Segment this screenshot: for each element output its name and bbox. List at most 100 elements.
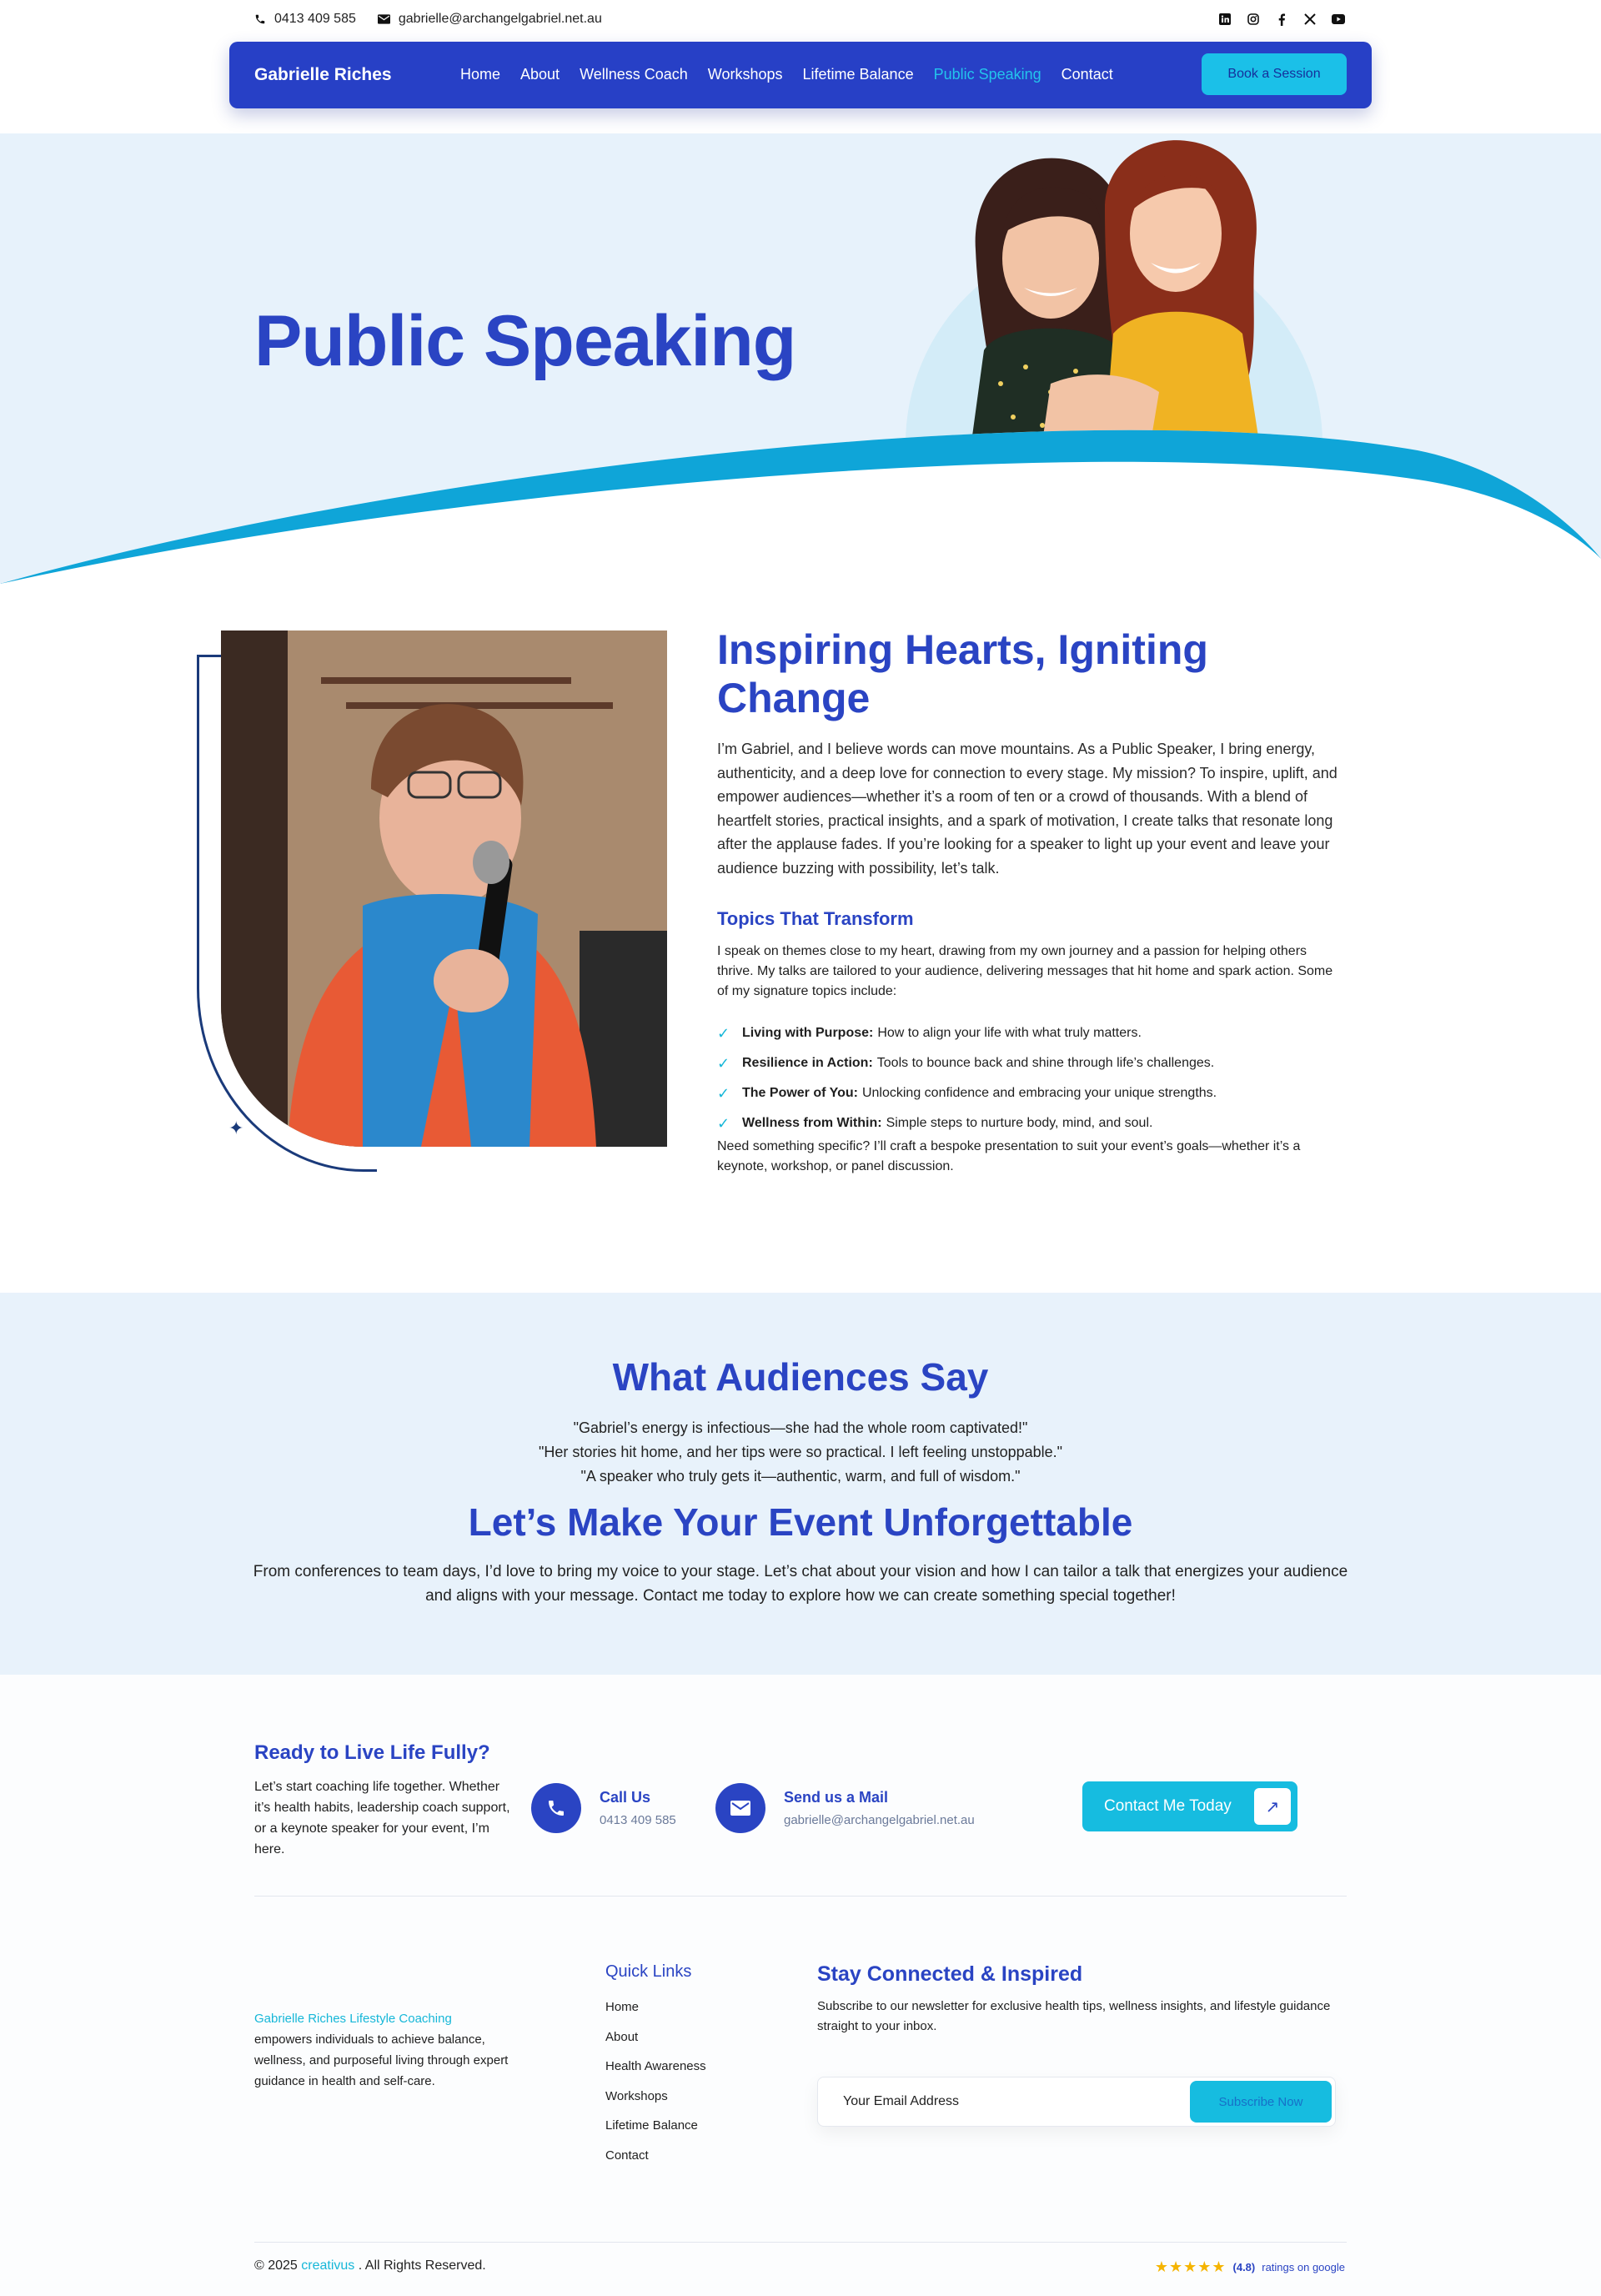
star-icon: ✦ — [228, 1118, 244, 1138]
topic-title: Resilience in Action: — [742, 1056, 873, 1070]
ready-block: Ready to Live Life Fully? Let’s start co… — [254, 1741, 513, 1860]
copyright: © 2025 creativus . All Rights Reserved. — [254, 2258, 486, 2273]
nav-item-contact[interactable]: Contact — [1061, 66, 1113, 83]
quick-links: Quick Links Home About Health Awareness … — [605, 1962, 706, 2178]
call-us[interactable]: Call Us 0413 409 585 — [531, 1783, 676, 1833]
footer-link-home[interactable]: Home — [605, 2000, 706, 2030]
page-title: Public Speaking — [254, 301, 796, 381]
google-rating[interactable]: ★★★★★ (4.8) ratings on google — [1091, 2252, 1345, 2282]
main-nav: Gabrielle Riches Home About Wellness Coa… — [229, 42, 1372, 108]
social-links — [1217, 12, 1346, 27]
email-input[interactable]: Your Email Address — [843, 2094, 959, 2109]
nav-item-home[interactable]: Home — [460, 66, 500, 83]
top-phone-text: 0413 409 585 — [274, 12, 356, 26]
nav-item-workshops[interactable]: Workshops — [708, 66, 783, 83]
topics-intro: I speak on themes close to my heart, dra… — [717, 944, 1333, 998]
send-mail-value: gabrielle@archangelgabriel.net.au — [784, 1813, 975, 1827]
testimonial-quote: "Gabriel’s energy is infectious—she had … — [573, 1419, 1028, 1436]
call-us-value: 0413 409 585 — [600, 1813, 676, 1827]
newsletter-heading: Stay Connected & Inspired — [817, 1962, 1083, 1986]
instagram-icon[interactable] — [1246, 12, 1261, 27]
nav-menu: Home About Wellness Coach Workshops Life… — [460, 66, 1113, 83]
list-item: ✓ Living with Purpose: How to align your l… — [717, 1018, 1347, 1048]
footer-brand-name[interactable]: Gabrielle Riches Lifestyle Coaching — [254, 2012, 452, 2026]
contact-me-label: Contact Me Today — [1104, 1797, 1232, 1815]
topic-text: Unlocking confidence and embracing your … — [861, 1086, 1217, 1100]
event-text: From conferences to team days, I’d love … — [253, 1563, 1348, 1605]
newsletter-text: Subscribe to our newsletter for exclusiv… — [817, 1999, 1331, 2033]
nav-item-about[interactable]: About — [520, 66, 560, 83]
topic-title: Living with Purpose: — [742, 1026, 874, 1040]
top-phone[interactable]: 0413 409 585 — [254, 12, 356, 27]
brand-logo[interactable]: Gabrielle Riches — [254, 65, 392, 85]
footer-brand-description: Gabrielle Riches Lifestyle Coaching empo… — [254, 2008, 513, 2092]
phone-icon — [531, 1783, 581, 1833]
footer: Ready to Live Life Fully? Let’s start co… — [0, 1675, 1601, 2296]
contact-me-button[interactable]: Contact Me Today ↗ — [1082, 1781, 1297, 1831]
about-heading: Inspiring Hearts, Igniting Change — [717, 626, 1208, 721]
footer-link-about[interactable]: About — [605, 2030, 706, 2060]
topics-closing: Need something specific? I’ll craft a be… — [717, 1139, 1301, 1173]
arrow-up-right-icon: ↗ — [1254, 1788, 1291, 1825]
testimonial-quote: "Her stories hit home, and her tips were… — [538, 1444, 1063, 1460]
footer-brand-text: empowers individuals to achieve balance,… — [254, 2032, 509, 2088]
about-content: Inspiring Hearts, Igniting Change I’m Ga… — [717, 625, 1347, 1177]
check-icon: ✓ — [717, 1114, 730, 1132]
top-email[interactable]: gabrielle@archangelgabriel.net.au — [377, 12, 602, 27]
list-item: ✓ Resilience in Action: Tools to bounce ba… — [717, 1048, 1347, 1078]
nav-item-public-speaking[interactable]: Public Speaking — [934, 66, 1041, 83]
check-icon: ✓ — [717, 1024, 730, 1042]
hero-image — [971, 140, 1259, 442]
top-contact: 0413 409 585 gabrielle@archangelgabriel.… — [254, 12, 602, 27]
call-us-label: Call Us — [600, 1789, 651, 1806]
newsletter-form: Your Email Address Subscribe Now — [817, 2077, 1336, 2127]
creativus-link[interactable]: creativus — [301, 2258, 354, 2273]
rating-text: ratings on google — [1262, 2260, 1345, 2273]
footer-link-contact[interactable]: Contact — [605, 2148, 706, 2178]
topic-text: Tools to bounce back and shine through l… — [876, 1056, 1215, 1070]
mail-icon — [377, 14, 390, 24]
footer-link-workshops[interactable]: Workshops — [605, 2089, 706, 2119]
topic-title: The Power of You: — [742, 1086, 858, 1100]
subscribe-button[interactable]: Subscribe Now — [1190, 2081, 1332, 2123]
book-session-button[interactable]: Book a Session — [1202, 53, 1347, 95]
event-heading: Let’s Make Your Event Unforgettable — [468, 1500, 1133, 1544]
topic-title: Wellness from Within: — [742, 1116, 882, 1130]
testimonial-quote: "A speaker who truly gets it—authentic, … — [580, 1468, 1021, 1485]
speaker-photo — [221, 631, 667, 1147]
facebook-icon[interactable] — [1274, 12, 1289, 27]
phone-icon — [255, 14, 265, 24]
check-icon: ✓ — [717, 1054, 730, 1072]
footer-bottom-divider — [254, 2242, 1347, 2243]
send-mail[interactable]: Send us a Mail gabrielle@archangelgabrie… — [715, 1783, 975, 1833]
hero-section: Public Speaking — [0, 133, 1601, 584]
list-item: ✓ Wellness from Within: Simple steps to nu… — [717, 1108, 1347, 1138]
rating-stars-icon: ★★★★★ — [1154, 2258, 1227, 2275]
copyright-suffix: . All Rights Reserved. — [358, 2258, 486, 2273]
ready-text: Let’s start coaching life together. Whet… — [254, 1780, 510, 1856]
quick-links-heading: Quick Links — [605, 1962, 692, 1981]
footer-divider — [254, 1896, 1347, 1897]
footer-link-health-awareness[interactable]: Health Awareness — [605, 2059, 706, 2089]
hero-wave-decoration — [0, 430, 1601, 584]
mail-icon — [715, 1783, 765, 1833]
ready-heading: Ready to Live Life Fully? — [254, 1741, 490, 1764]
testimonials-heading: What Audiences Say — [612, 1355, 989, 1399]
linkedin-icon[interactable] — [1217, 12, 1232, 27]
topics-list: ✓ Living with Purpose: How to align your l… — [717, 1018, 1347, 1138]
top-bar: 0413 409 585 gabrielle@archangelgabriel.… — [0, 0, 1601, 40]
top-email-text: gabrielle@archangelgabriel.net.au — [398, 12, 602, 26]
topic-text: Simple steps to nurture body, mind, and … — [886, 1116, 1153, 1130]
rating-score: (4.8) — [1232, 2260, 1256, 2273]
topic-text: How to align your life with what truly m… — [877, 1026, 1142, 1040]
x-icon[interactable] — [1302, 12, 1317, 27]
send-mail-label: Send us a Mail — [784, 1789, 889, 1806]
nav-item-wellness-coach[interactable]: Wellness Coach — [580, 66, 688, 83]
copyright-prefix: © 2025 — [254, 2258, 298, 2273]
footer-link-lifetime-balance[interactable]: Lifetime Balance — [605, 2118, 706, 2148]
list-item: ✓ The Power of You: Unlocking confidence a… — [717, 1078, 1347, 1108]
youtube-icon[interactable] — [1331, 12, 1346, 27]
nav-item-lifetime-balance[interactable]: Lifetime Balance — [803, 66, 914, 83]
testimonials-section: What Audiences Say "Gabriel’s energy is … — [0, 1293, 1601, 1675]
testimonial-quotes: "Gabriel’s energy is infectious—she had … — [0, 1416, 1601, 1489]
